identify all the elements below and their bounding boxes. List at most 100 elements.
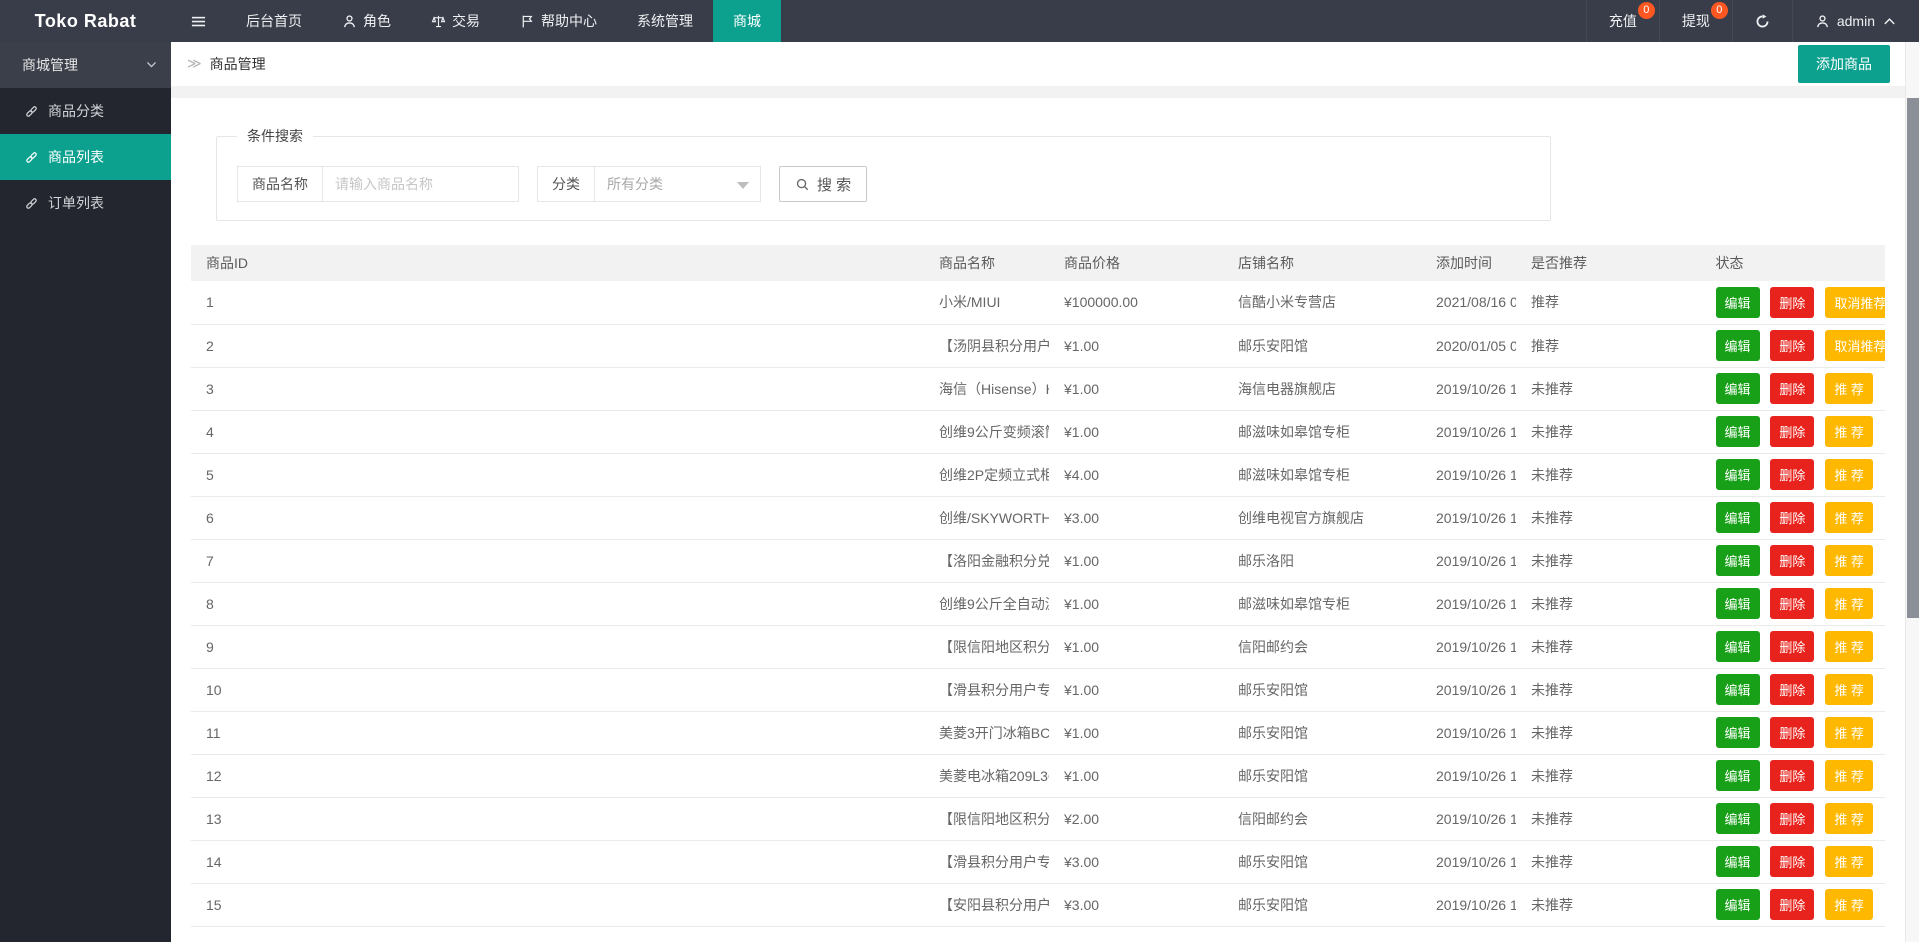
- edit-button[interactable]: 编辑: [1716, 373, 1760, 404]
- added-time: 2019/10/26 10:11 am.: [1421, 496, 1516, 539]
- added-time: 2019/10/26 10:11 am.: [1421, 711, 1516, 754]
- product-name: 小米/MIUI: [924, 281, 1049, 324]
- add-product-button[interactable]: 添加商品: [1798, 45, 1890, 83]
- delete-button[interactable]: 删除: [1770, 416, 1814, 447]
- toggle-recommend-button[interactable]: 推 荐: [1825, 588, 1873, 619]
- delete-button[interactable]: 删除: [1770, 631, 1814, 662]
- delete-button[interactable]: 删除: [1770, 459, 1814, 490]
- toggle-recommend-button[interactable]: 取消推荐: [1825, 330, 1885, 361]
- delete-button[interactable]: 删除: [1770, 330, 1814, 361]
- toggle-recommend-button[interactable]: 推 荐: [1825, 760, 1873, 791]
- product-name: 【汤阴县积分用户专享】洗衣机XpB—126-9896S: [924, 324, 1049, 367]
- recharge-button[interactable]: 充值 0: [1586, 0, 1659, 42]
- product-id: 4: [191, 410, 924, 453]
- toggle-recommend-button[interactable]: 推 荐: [1825, 459, 1873, 490]
- edit-button[interactable]: 编辑: [1716, 803, 1760, 834]
- product-name-input[interactable]: [322, 166, 519, 202]
- toggle-recommend-button[interactable]: 推 荐: [1825, 373, 1873, 404]
- flag-icon: [520, 14, 535, 29]
- toggle-recommend-button[interactable]: 推 荐: [1825, 717, 1873, 748]
- edit-button[interactable]: 编辑: [1716, 631, 1760, 662]
- delete-button[interactable]: 删除: [1770, 545, 1814, 576]
- breadcrumb-icon: [183, 55, 210, 73]
- store-name: 邮乐安阳馆: [1223, 324, 1421, 367]
- delete-button[interactable]: 删除: [1770, 889, 1814, 920]
- refresh-button[interactable]: [1732, 0, 1792, 42]
- delete-button[interactable]: 删除: [1770, 373, 1814, 404]
- toggle-recommend-button[interactable]: 取消推荐: [1825, 287, 1885, 318]
- table-row: 1 小米/MIUI ¥100000.00 信酷小米专营店 2021/08/16 …: [191, 281, 1885, 324]
- recommend-status: 未推荐: [1516, 711, 1701, 754]
- toggle-recommend-button[interactable]: 推 荐: [1825, 502, 1873, 533]
- product-price: ¥1.00: [1049, 668, 1223, 711]
- nav-item-roles[interactable]: 角色: [322, 0, 411, 42]
- menu-toggle-button[interactable]: [171, 0, 226, 42]
- link-icon: [24, 150, 39, 165]
- product-name: 【洛阳金融积分兑换】TCL 205升 三门电冰箱 （星空银） BC（邮政网点配送…: [924, 539, 1049, 582]
- product-price: ¥1.00: [1049, 324, 1223, 367]
- status-actions: 编辑 删除 推 荐: [1701, 711, 1886, 754]
- toggle-recommend-button[interactable]: 推 荐: [1825, 674, 1873, 705]
- status-actions: 编辑 删除 取消推荐: [1701, 324, 1886, 367]
- sidebar-group-mall-management[interactable]: 商城管理: [0, 42, 171, 88]
- delete-button[interactable]: 删除: [1770, 502, 1814, 533]
- toggle-recommend-button[interactable]: 推 荐: [1825, 545, 1873, 576]
- delete-button[interactable]: 删除: [1770, 674, 1814, 705]
- edit-button[interactable]: 编辑: [1716, 416, 1760, 447]
- nav-item-help-center[interactable]: 帮助中心: [500, 0, 617, 42]
- toggle-recommend-button[interactable]: 推 荐: [1825, 416, 1873, 447]
- delete-button[interactable]: 删除: [1770, 846, 1814, 877]
- delete-button[interactable]: 删除: [1770, 287, 1814, 318]
- delete-button[interactable]: 删除: [1770, 760, 1814, 791]
- edit-button[interactable]: 编辑: [1716, 330, 1760, 361]
- search-button[interactable]: 搜 索: [779, 166, 867, 202]
- edit-button[interactable]: 编辑: [1716, 760, 1760, 791]
- nav-item-home[interactable]: 后台首页: [226, 0, 322, 42]
- edit-button[interactable]: 编辑: [1716, 545, 1760, 576]
- user-menu[interactable]: admin: [1792, 0, 1919, 42]
- toggle-recommend-button[interactable]: 推 荐: [1825, 803, 1873, 834]
- toggle-recommend-button[interactable]: 推 荐: [1825, 846, 1873, 877]
- content-card: 条件搜索 商品名称 分类 所有分类 搜 索: [171, 98, 1905, 942]
- product-name: 美菱电冰箱209L3CS【安阳县积分兑换用户专用，其他地区发】: [924, 754, 1049, 797]
- product-name: 【滑县积分用户专享】创维电器洗衣机9公斤波轮安阳: [924, 668, 1049, 711]
- product-id: 8: [191, 582, 924, 625]
- recommend-status: 推荐: [1516, 324, 1701, 367]
- edit-button[interactable]: 编辑: [1716, 459, 1760, 490]
- sidebar-item-order-list[interactable]: 订单列表: [0, 180, 171, 226]
- topbar: Toko Rabat 后台首页 角色 交易 帮助中心: [0, 0, 1919, 42]
- product-id: 3: [191, 367, 924, 410]
- topbar-right: 充值 0 提现 0 admin: [1586, 0, 1919, 42]
- edit-button[interactable]: 编辑: [1716, 674, 1760, 705]
- edit-button[interactable]: 编辑: [1716, 717, 1760, 748]
- table-row: 15 【安阳县积分用户专享】长虹液晶电视55U1 ¥3.00 邮乐安阳馆 201…: [191, 883, 1885, 926]
- table-row: 14 【滑县积分用户专享】创维电器电视50寸4K智能安阳 ¥3.00 邮乐安阳馆…: [191, 840, 1885, 883]
- edit-button[interactable]: 编辑: [1716, 287, 1760, 318]
- store-name: 海信电器旗舰店: [1223, 367, 1421, 410]
- delete-button[interactable]: 删除: [1770, 717, 1814, 748]
- nav-item-trade[interactable]: 交易: [411, 0, 500, 42]
- category-select[interactable]: 所有分类: [594, 166, 761, 202]
- product-name: 【滑县积分用户专享】创维电器电视50寸4K智能安阳: [924, 840, 1049, 883]
- recommend-status: 未推荐: [1516, 625, 1701, 668]
- nav-item-mall[interactable]: 商城: [713, 0, 781, 42]
- edit-button[interactable]: 编辑: [1716, 889, 1760, 920]
- withdraw-button[interactable]: 提现 0: [1659, 0, 1732, 42]
- delete-button[interactable]: 删除: [1770, 588, 1814, 619]
- edit-button[interactable]: 编辑: [1716, 502, 1760, 533]
- scrollbar-thumb[interactable]: [1907, 98, 1919, 618]
- nav-item-system[interactable]: 系统管理: [617, 0, 713, 42]
- toggle-recommend-button[interactable]: 推 荐: [1825, 889, 1873, 920]
- product-price: ¥3.00: [1049, 840, 1223, 883]
- toggle-recommend-button[interactable]: 推 荐: [1825, 631, 1873, 662]
- added-time: 2019/10/26 10:11 am.: [1421, 410, 1516, 453]
- status-actions: 编辑 删除 推 荐: [1701, 582, 1886, 625]
- product-id: 15: [191, 883, 924, 926]
- delete-button[interactable]: 删除: [1770, 803, 1814, 834]
- edit-button[interactable]: 编辑: [1716, 846, 1760, 877]
- edit-button[interactable]: 编辑: [1716, 588, 1760, 619]
- status-actions: 编辑 删除 推 荐: [1701, 754, 1886, 797]
- sidebar-item-product-list[interactable]: 商品列表: [0, 134, 171, 180]
- sidebar-item-product-category[interactable]: 商品分类: [0, 88, 171, 134]
- product-id: 1: [191, 281, 924, 324]
